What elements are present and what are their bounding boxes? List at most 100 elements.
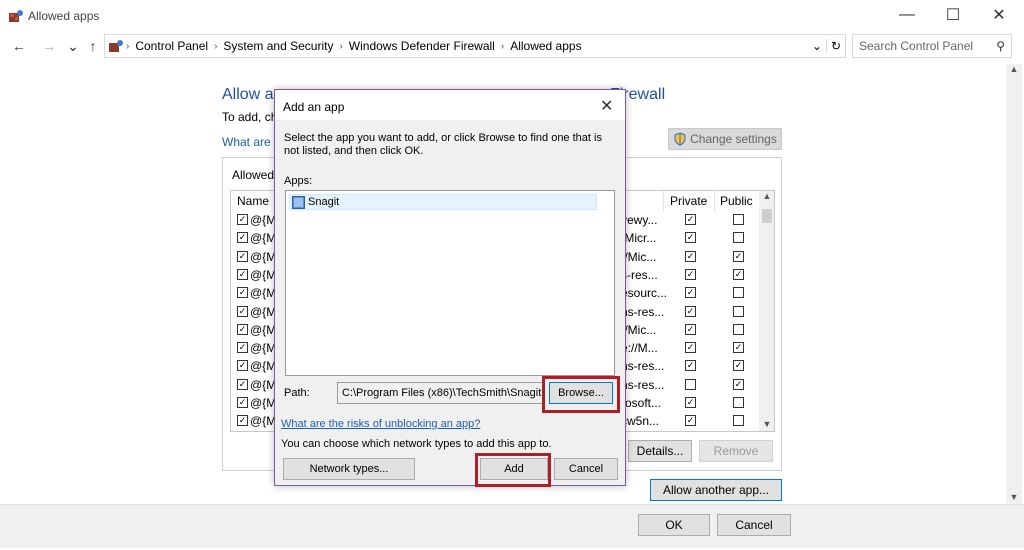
row-enabled-checkbox[interactable]: ✓	[237, 360, 248, 372]
cancel-button[interactable]: Cancel	[717, 514, 791, 536]
row-enabled-checkbox[interactable]: ✓	[237, 268, 248, 280]
row-name-tail: e://M...	[621, 341, 658, 356]
network-types-button[interactable]: Network types...	[283, 458, 415, 480]
dialog-risks-link[interactable]: What are the risks of unblocking an app?	[281, 418, 480, 430]
column-divider	[663, 191, 664, 211]
row-public-checkbox[interactable]	[733, 415, 744, 427]
row-private-checkbox[interactable]: ✓	[685, 342, 696, 354]
breadcrumb-separator-icon: ›	[126, 40, 130, 52]
list-scroll-thumb[interactable]	[762, 209, 772, 223]
row-name-tail: ns-res...	[621, 377, 665, 392]
refresh-icon[interactable]: ↻	[825, 39, 845, 53]
forward-button[interactable]: →	[40, 37, 58, 55]
window-title: Allowed apps	[28, 9, 100, 23]
list-scroll-down-icon[interactable]: ▼	[759, 419, 774, 429]
risks-link[interactable]: What are t	[222, 135, 277, 149]
recent-locations-button[interactable]: ⌄	[64, 37, 82, 55]
row-public-checkbox[interactable]	[733, 323, 744, 335]
page-scrollbar[interactable]: ▲ ▼	[1006, 64, 1022, 504]
row-public-checkbox[interactable]	[733, 232, 744, 244]
row-private-checkbox[interactable]: ✓	[685, 250, 696, 262]
allow-another-app-button[interactable]: Allow another app...	[650, 479, 782, 501]
row-private-checkbox[interactable]: ✓	[685, 415, 696, 427]
row-private-checkbox[interactable]: ✓	[685, 360, 696, 372]
add-an-app-dialog: Add an app ✕ Select the app you want to …	[274, 89, 626, 487]
search-placeholder: Search Control Panel	[859, 39, 974, 53]
column-header-private[interactable]: Private	[670, 191, 707, 211]
dialog-close-icon[interactable]: ✕	[600, 96, 613, 116]
breadcrumb-control-panel[interactable]: Control Panel	[131, 39, 212, 53]
row-private-checkbox[interactable]: ✓	[685, 287, 696, 299]
row-public-checkbox[interactable]	[733, 287, 744, 299]
row-enabled-checkbox[interactable]: ✓	[237, 287, 248, 299]
row-enabled-checkbox[interactable]: ✓	[237, 378, 248, 390]
row-name-tail: cw5n...	[621, 414, 660, 429]
row-public-checkbox[interactable]: ✓	[733, 378, 744, 390]
breadcrumb-system-and-security[interactable]: System and Security	[219, 39, 337, 53]
row-enabled-checkbox[interactable]: ✓	[237, 214, 248, 225]
row-name: @{M	[250, 267, 277, 282]
breadcrumb-separator-icon: ›	[214, 40, 218, 52]
row-enabled-checkbox[interactable]: ✓	[237, 342, 248, 354]
dialog-cancel-button[interactable]: Cancel	[554, 458, 618, 480]
bottom-button-bar	[0, 504, 1024, 548]
row-name: @{M	[250, 249, 277, 264]
apps-list[interactable]: Snagit	[285, 190, 615, 376]
row-public-checkbox[interactable]: ✓	[733, 360, 744, 372]
browse-button[interactable]: Browse...	[549, 382, 613, 404]
back-button[interactable]: ←	[10, 37, 28, 55]
row-name-tail: ns-res...	[621, 359, 665, 374]
ok-button[interactable]: OK	[638, 514, 710, 536]
column-header-public[interactable]: Public	[720, 191, 753, 211]
row-enabled-checkbox[interactable]: ✓	[237, 305, 248, 317]
scroll-down-icon[interactable]: ▼	[1006, 492, 1022, 502]
up-button[interactable]: ↑	[84, 37, 102, 55]
row-enabled-checkbox[interactable]: ✓	[237, 415, 248, 427]
row-public-checkbox[interactable]: ✓	[733, 342, 744, 354]
breadcrumb-allowed-apps[interactable]: Allowed apps	[506, 39, 585, 53]
row-private-checkbox[interactable]: ✓	[685, 305, 696, 317]
row-public-checkbox[interactable]	[733, 397, 744, 408]
row-public-checkbox[interactable]: ✓	[733, 268, 744, 280]
path-field[interactable]: C:\Program Files (x86)\TechSmith\Snagit …	[337, 382, 543, 404]
list-scroll-up-icon[interactable]: ▲	[759, 191, 774, 207]
row-private-checkbox[interactable]: ✓	[685, 397, 696, 408]
app-name: Snagit	[308, 196, 340, 208]
list-item[interactable]: Snagit	[289, 194, 597, 210]
shield-icon	[674, 132, 686, 146]
row-name: @{M	[250, 286, 277, 301]
row-name-tail: /Micr...	[621, 231, 657, 246]
address-bar[interactable]: › Control Panel › System and Security › …	[104, 34, 846, 58]
search-input[interactable]: Search Control Panel ⚲	[852, 34, 1012, 58]
row-public-checkbox[interactable]	[733, 214, 744, 225]
row-private-checkbox[interactable]: ✓	[685, 323, 696, 335]
row-private-checkbox[interactable]: ✓	[685, 268, 696, 280]
address-row: ← → ⌄ ↑ › Control Panel › System and Sec…	[0, 32, 1024, 60]
maximize-button[interactable]: ☐	[930, 0, 976, 30]
row-public-checkbox[interactable]: ✓	[733, 250, 744, 262]
change-settings-button[interactable]: Change settings	[668, 128, 782, 150]
row-name-tail: esourc...	[621, 286, 668, 301]
row-enabled-checkbox[interactable]: ✓	[237, 397, 248, 408]
scroll-up-icon[interactable]: ▲	[1006, 64, 1022, 74]
address-dropdown-icon[interactable]: ⌄	[808, 39, 826, 53]
column-divider	[714, 191, 715, 211]
row-enabled-checkbox[interactable]: ✓	[237, 250, 248, 262]
row-public-checkbox[interactable]	[733, 305, 744, 317]
row-private-checkbox[interactable]	[685, 378, 696, 390]
row-private-checkbox[interactable]: ✓	[685, 214, 696, 225]
maximize-icon: ☐	[945, 7, 961, 24]
row-enabled-checkbox[interactable]: ✓	[237, 232, 248, 244]
row-name-tail: //Mic...	[621, 322, 657, 337]
minimize-button[interactable]: —	[884, 0, 930, 30]
row-enabled-checkbox[interactable]: ✓	[237, 323, 248, 335]
breadcrumb-windows-defender-firewall[interactable]: Windows Defender Firewall	[345, 39, 499, 53]
column-header-name[interactable]: Name	[237, 191, 269, 211]
row-name: @{M	[250, 231, 277, 246]
add-button[interactable]: Add	[480, 458, 548, 480]
close-button[interactable]: ✕	[976, 0, 1022, 30]
remove-button[interactable]: Remove	[699, 440, 773, 462]
list-scrollbar[interactable]: ▲ ▼	[759, 191, 774, 431]
details-button[interactable]: Details...	[628, 440, 692, 462]
row-private-checkbox[interactable]: ✓	[685, 232, 696, 244]
